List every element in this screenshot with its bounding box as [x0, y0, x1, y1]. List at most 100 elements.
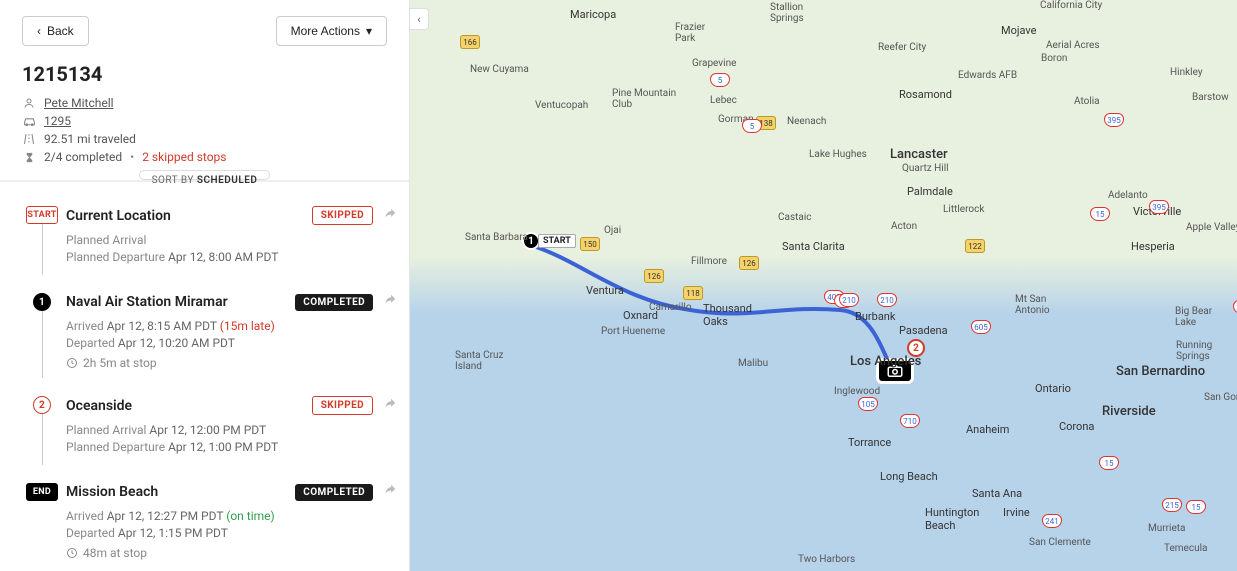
sidebar: ‹ Back More Actions ▾ 1215134 Pete Mitch… [0, 0, 410, 571]
map-panel[interactable]: ‹ 1 START 2 Maricopa Frazier Park Stalli… [410, 0, 1237, 571]
map-label: Ontario [1035, 382, 1071, 395]
clock-icon [66, 547, 78, 559]
map-label: Santa Cruz Island [455, 350, 503, 372]
map-label: Mojave [1001, 24, 1037, 37]
stop-detail-line: Departed Apr 12, 10:20 AM PDT [66, 336, 397, 350]
sort-button[interactable]: SORT BY SCHEDULED [139, 170, 271, 180]
map-canvas[interactable]: 1 START 2 Maricopa Frazier Park Stallion… [410, 0, 1237, 571]
map-label: Ventura [586, 284, 624, 297]
map-label: Atolia [1074, 96, 1100, 107]
distance-meta: 92.51 mi traveled [22, 132, 387, 146]
share-icon[interactable] [383, 293, 397, 311]
stop-marker: 2 [33, 396, 51, 414]
distance-text: 92.51 mi traveled [44, 132, 136, 146]
stop-marker: 1 [33, 293, 51, 311]
stop-item[interactable]: 2OceansideSKIPPEDPlanned Arrival Apr 12,… [18, 396, 397, 483]
stop-duration: 48m at stop [66, 546, 397, 560]
interstate-shield: 210 [839, 293, 859, 307]
route-shield: 150 [580, 237, 600, 251]
share-icon[interactable] [383, 397, 397, 415]
interstate-shield: 15 [1099, 456, 1119, 470]
hourglass-icon [22, 152, 36, 163]
map-label: Stallion Springs [770, 2, 804, 24]
map-label: Two Harbors [798, 554, 855, 565]
map-label: Inglewood [834, 386, 880, 397]
stop-title: Current Location [66, 208, 302, 224]
interstate-shield: 15 [1186, 500, 1206, 514]
map-label: Anaheim [966, 423, 1009, 436]
interstate-shield: 210 [877, 293, 897, 307]
map-label: Mt San Antonio [1015, 294, 1050, 316]
status-badge: COMPLETED [295, 294, 373, 311]
route-shield: 126 [739, 256, 759, 270]
map-label: Running Springs [1176, 340, 1212, 362]
stop-detail-line: Planned Arrival [66, 233, 397, 247]
stop-marker: END [26, 483, 58, 501]
stop-item[interactable]: ENDMission BeachCOMPLETEDArrived Apr 12,… [18, 483, 397, 571]
interstate-shield: 15 [1090, 207, 1110, 221]
route-shield: 126 [644, 269, 664, 283]
stop-detail-line: Arrived Apr 12, 12:27 PM PDT (on time) [66, 509, 397, 523]
map-label: Lancaster [890, 147, 948, 162]
stop-detail-line: Arrived Apr 12, 8:15 AM PDT (15m late) [66, 319, 397, 333]
chevron-left-icon: ‹ [417, 13, 420, 26]
status-badge: COMPLETED [295, 484, 373, 501]
map-label: Grapevine [692, 58, 736, 69]
map-label: San Bernardino [1116, 364, 1205, 379]
map-label: Santa Barbara [465, 232, 528, 243]
map-label: Fillmore [691, 256, 727, 267]
map-label: Long Beach [880, 470, 938, 483]
sort-prefix: SORT BY [152, 175, 197, 186]
clock-icon [66, 357, 78, 369]
route-header: ‹ Back More Actions ▾ 1215134 Pete Mitch… [0, 0, 409, 180]
map-label: Castaic [778, 212, 812, 223]
interstate-shield: 105 [858, 397, 878, 411]
skipped-text: 2 skipped stops [142, 150, 226, 164]
collapse-sidebar-button[interactable]: ‹ [409, 8, 429, 30]
more-actions-label: More Actions [291, 24, 360, 38]
sort-bar: SORT BY SCHEDULED [0, 180, 409, 182]
stop-detail-line: Planned Arrival Apr 12, 12:00 PM PDT [66, 423, 397, 437]
share-icon[interactable] [383, 483, 397, 501]
stops-list[interactable]: STARTCurrent LocationSKIPPEDPlanned Arri… [0, 182, 409, 571]
interstate-shield: 395 [1104, 113, 1124, 127]
more-actions-button[interactable]: More Actions ▾ [276, 16, 387, 46]
interstate-shield: 241 [1042, 514, 1062, 528]
vehicle-link[interactable]: 1295 [44, 114, 71, 128]
map-label: Ojai [604, 225, 621, 236]
separator-dot: • [130, 150, 134, 164]
completed-text: 2/4 completed [44, 150, 122, 164]
map-label: Thousand Oaks [703, 302, 752, 328]
interstate-shield: 395 [1149, 200, 1169, 214]
route-line [410, 0, 1237, 571]
back-label: Back [47, 24, 74, 38]
progress-meta: 2/4 completed • 2 skipped stops [22, 150, 387, 164]
stop-item[interactable]: 1Naval Air Station MiramarCOMPLETEDArriv… [18, 293, 397, 396]
road-icon [22, 133, 36, 145]
map-label: Big Bear Lake [1175, 306, 1212, 328]
map-label: Temecula [1164, 543, 1207, 554]
map-label: Pasadena [899, 324, 948, 337]
driver-meta: Pete Mitchell [22, 96, 387, 110]
driver-link[interactable]: Pete Mitchell [44, 96, 114, 110]
map-label: San Clemente [1029, 537, 1091, 548]
map-label: Murrieta [1148, 523, 1185, 534]
map-label: New Cuyama [470, 64, 529, 75]
back-button[interactable]: ‹ Back [22, 16, 89, 46]
stop-marker: START [26, 206, 58, 224]
map-label: Frazier Park [675, 22, 705, 44]
map-marker-start[interactable]: 1 START [522, 232, 576, 250]
map-label: Littlerock [943, 204, 984, 215]
map-label: Apple Valley [1186, 222, 1237, 233]
map-label: Maricopa [570, 8, 616, 21]
route-shield: 122 [965, 239, 985, 253]
sort-value: SCHEDULED [197, 175, 258, 186]
map-label: Neenach [787, 116, 826, 127]
stop-detail-line: Planned Departure Apr 12, 8:00 AM PDT [66, 250, 397, 264]
map-label: Pine Mountain Club [612, 88, 676, 110]
stop-detail-line: Planned Departure Apr 12, 1:00 PM PDT [66, 440, 397, 454]
map-label: Torrance [848, 436, 891, 449]
stop-item[interactable]: STARTCurrent LocationSKIPPEDPlanned Arri… [18, 206, 397, 293]
share-icon[interactable] [383, 207, 397, 225]
interstate-shield: 605 [971, 320, 991, 334]
